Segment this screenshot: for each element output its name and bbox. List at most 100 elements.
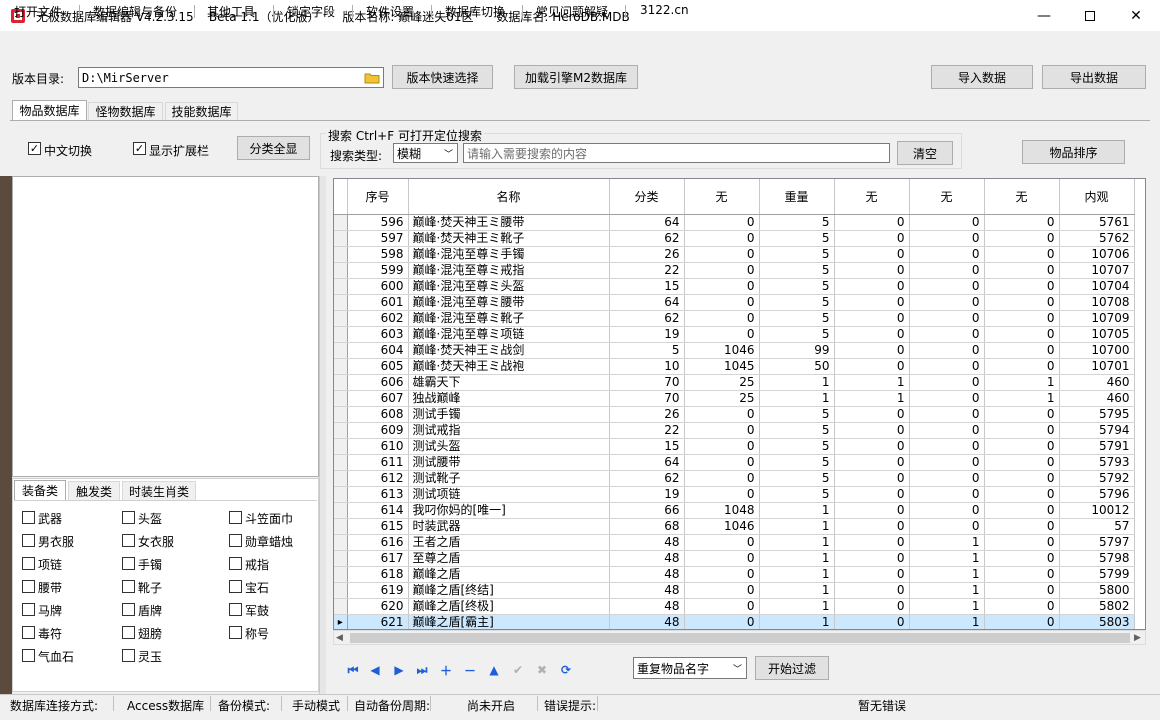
- table-cell[interactable]: 608: [347, 406, 409, 423]
- table-row[interactable]: 613 测试项链 19 0 5 0 0 0 5796: [334, 486, 1135, 503]
- table-cell[interactable]: 0: [834, 470, 910, 487]
- duplicate-filter-select[interactable]: 重复物品名字 ﹀: [633, 657, 747, 679]
- table-cell[interactable]: 0: [684, 262, 760, 279]
- table-cell[interactable]: 0: [909, 214, 985, 231]
- table-cell[interactable]: 0: [684, 406, 760, 423]
- column-header[interactable]: 序号: [347, 179, 409, 215]
- grid-vertical-scroll-area[interactable]: [1146, 178, 1160, 630]
- cat-checkbox[interactable]: [229, 534, 242, 547]
- table-cell[interactable]: 616: [347, 534, 409, 551]
- table-cell[interactable]: 5: [609, 342, 685, 359]
- table-cell[interactable]: 0: [984, 550, 1060, 567]
- table-row[interactable]: 606 雄霸天下 70 25 1 1 0 1 460: [334, 374, 1135, 391]
- table-cell[interactable]: 1: [909, 598, 985, 615]
- table-cell[interactable]: 62: [609, 470, 685, 487]
- table-cell[interactable]: 605: [347, 358, 409, 375]
- table-cell[interactable]: 5803: [1059, 614, 1135, 629]
- table-cell[interactable]: 巅峰·焚天神王ミ战剑: [408, 342, 610, 359]
- table-cell[interactable]: 0: [834, 246, 910, 263]
- column-header[interactable]: 重量: [759, 179, 835, 215]
- cat-checkbox[interactable]: [229, 603, 242, 616]
- table-cell[interactable]: 1: [909, 582, 985, 599]
- row-indicator[interactable]: [334, 550, 348, 567]
- table-cell[interactable]: 1: [909, 614, 985, 629]
- table-cell[interactable]: 0: [834, 230, 910, 247]
- table-cell[interactable]: 0: [984, 342, 1060, 359]
- quick-select-button[interactable]: 版本快速选择: [392, 65, 493, 89]
- table-cell[interactable]: 0: [909, 390, 985, 407]
- row-indicator[interactable]: [334, 358, 348, 375]
- table-cell[interactable]: 0: [684, 246, 760, 263]
- cat-checkbox[interactable]: [229, 580, 242, 593]
- start-filter-button[interactable]: 开始过滤: [755, 656, 829, 680]
- table-cell[interactable]: 1: [909, 534, 985, 551]
- table-cell[interactable]: 0: [909, 486, 985, 503]
- table-cell[interactable]: 0: [909, 278, 985, 295]
- table-cell[interactable]: 64: [609, 214, 685, 231]
- menu-settings[interactable]: 软件设置: [366, 3, 414, 20]
- table-cell[interactable]: 5: [759, 246, 835, 263]
- table-cell[interactable]: 0: [984, 566, 1060, 583]
- table-row[interactable]: 608 测试手镯 26 0 5 0 0 0 5795: [334, 406, 1135, 423]
- table-cell[interactable]: 王者之盾: [408, 534, 610, 551]
- table-cell[interactable]: 617: [347, 550, 409, 567]
- search-input[interactable]: 请输入需要搜索的内容: [463, 143, 890, 163]
- table-cell[interactable]: 0: [984, 454, 1060, 471]
- table-cell[interactable]: 5796: [1059, 486, 1135, 503]
- table-cell[interactable]: 雄霸天下: [408, 374, 610, 391]
- table-cell[interactable]: 48: [609, 598, 685, 615]
- table-cell[interactable]: 10701: [1059, 358, 1135, 375]
- table-row[interactable]: 603 巅峰·混沌至尊ミ项链 19 0 5 0 0 0 10705: [334, 326, 1135, 343]
- menu-data-edit[interactable]: 数据编辑与备份: [93, 3, 177, 20]
- table-cell[interactable]: 0: [984, 598, 1060, 615]
- table-cell[interactable]: 10708: [1059, 294, 1135, 311]
- table-row[interactable]: 620 巅峰之盾[终极] 48 0 1 0 1 0 5802: [334, 598, 1135, 615]
- table-cell[interactable]: 50: [759, 358, 835, 375]
- table-cell[interactable]: 22: [609, 262, 685, 279]
- row-indicator[interactable]: [334, 598, 348, 615]
- dir-input[interactable]: D:\MirServer: [78, 67, 384, 88]
- scroll-right-icon[interactable]: ▶: [1134, 633, 1141, 643]
- table-cell[interactable]: 0: [984, 294, 1060, 311]
- table-cell[interactable]: 0: [984, 614, 1060, 629]
- table-cell[interactable]: 0: [984, 582, 1060, 599]
- table-cell[interactable]: 604: [347, 342, 409, 359]
- last-record-icon[interactable]: ⏭: [413, 662, 431, 678]
- cat-checkbox[interactable]: [22, 511, 35, 524]
- table-cell[interactable]: 5: [759, 454, 835, 471]
- table-cell[interactable]: 0: [684, 438, 760, 455]
- table-cell[interactable]: 10704: [1059, 278, 1135, 295]
- table-cell[interactable]: 0: [909, 326, 985, 343]
- table-cell[interactable]: 0: [909, 310, 985, 327]
- menu-site-link[interactable]: 3122.cn: [640, 3, 689, 17]
- table-cell[interactable]: 0: [984, 470, 1060, 487]
- table-cell[interactable]: 5: [759, 230, 835, 247]
- table-cell[interactable]: 5762: [1059, 230, 1135, 247]
- table-cell[interactable]: 15: [609, 278, 685, 295]
- column-header[interactable]: 无: [684, 179, 760, 215]
- table-cell[interactable]: 0: [834, 438, 910, 455]
- table-row[interactable]: 605 巅峰·焚天神王ミ战袍 10 1045 50 0 0 0 10701: [334, 358, 1135, 375]
- table-cell[interactable]: 0: [984, 326, 1060, 343]
- scroll-thumb[interactable]: [350, 633, 1130, 643]
- cat-checkbox[interactable]: [22, 580, 35, 593]
- table-cell[interactable]: 0: [834, 262, 910, 279]
- tab-monsters-db[interactable]: 怪物数据库: [88, 102, 163, 120]
- table-row[interactable]: 601 巅峰·混沌至尊ミ腰带 64 0 5 0 0 0 10708: [334, 294, 1135, 311]
- table-cell[interactable]: 620: [347, 598, 409, 615]
- column-header[interactable]: 分类: [609, 179, 685, 215]
- table-cell[interactable]: 0: [984, 438, 1060, 455]
- table-cell[interactable]: 巅峰·混沌至尊ミ腰带: [408, 294, 610, 311]
- table-cell[interactable]: 0: [834, 550, 910, 567]
- table-row[interactable]: 607 独战巅峰 70 25 1 1 0 1 460: [334, 390, 1135, 407]
- table-cell[interactable]: 0: [684, 566, 760, 583]
- table-cell[interactable]: 巅峰·混沌至尊ミ项链: [408, 326, 610, 343]
- table-cell[interactable]: 测试戒指: [408, 422, 610, 439]
- table-cell[interactable]: 0: [909, 422, 985, 439]
- menu-lock-fields[interactable]: 锁定字段: [287, 3, 335, 20]
- first-record-icon[interactable]: ⏮: [344, 662, 362, 678]
- table-cell[interactable]: 15: [609, 438, 685, 455]
- table-cell[interactable]: 巅峰·焚天神王ミ靴子: [408, 230, 610, 247]
- row-indicator[interactable]: [334, 326, 348, 343]
- table-cell[interactable]: 巅峰之盾[霸主]: [408, 614, 610, 629]
